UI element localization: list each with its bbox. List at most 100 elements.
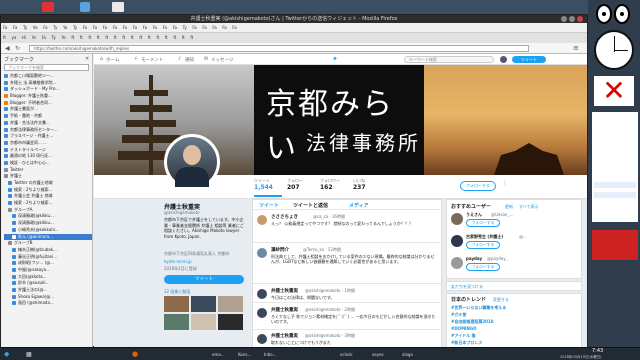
tweet-to-button[interactable]: ツイート [164, 275, 244, 284]
find-friends-link[interactable]: 友だちを見つける [451, 284, 483, 290]
bookmark-toolbar-item[interactable]: Fa [11, 23, 19, 32]
follow-user-button[interactable]: フォローする [466, 263, 500, 271]
tweet-author[interactable]: 凜紗閃介 [271, 247, 289, 253]
browser-tab[interactable]: ft [103, 33, 110, 43]
bookmark-item[interactable]: 藤谷正明(@fujitani... [4, 254, 92, 261]
clock-time[interactable]: 7:43 [592, 348, 603, 354]
nav-home[interactable]: ホーム [106, 57, 119, 63]
home-icon[interactable]: ⌂ [100, 56, 103, 62]
tweet-avatar[interactable] [257, 248, 267, 258]
bookmark-item[interactable]: ブラスページ - 弁護士... [4, 133, 92, 140]
stat-followers[interactable]: フォロワー 162 [320, 178, 348, 191]
photos-label[interactable]: 32 画像と動画 [164, 289, 190, 295]
tweet-avatar[interactable] [257, 215, 267, 225]
moments-icon[interactable]: ⚡ [134, 56, 138, 62]
bookmark-toolbar-item[interactable]: Ty [21, 23, 29, 32]
task-item[interactable]: ema... [210, 349, 227, 360]
url-input[interactable]: https://twitter.com/akishigemakoto/with_… [29, 45, 529, 52]
find-friends-card[interactable]: 友だちを見つける [446, 281, 582, 291]
firefox-icon[interactable]: ● [130, 349, 140, 360]
browser-tab[interactable]: ft [112, 33, 119, 43]
bookmark-item[interactable]: 弁護士会 弁護士 地域 [4, 193, 92, 200]
bookmark-item[interactable]: Shoko Egawa(@... [4, 294, 92, 301]
browser-tab[interactable]: Hi [20, 33, 28, 43]
tweet[interactable]: さささちょき @sa_sa · 16時間 えっ？ 公務員規定ってやつです？ 禁制… [253, 211, 441, 243]
bookmark-item[interactable]: 検索 - 2ちより検索... [4, 200, 92, 207]
bookmark-item[interactable]: 検索 - 2ちより検索... [4, 187, 92, 194]
bookmark-toolbar-item[interactable]: Fa [41, 23, 49, 32]
avatar[interactable] [451, 213, 463, 225]
tweet-author[interactable]: さささちょき [271, 214, 298, 220]
tweet-author[interactable]: 弁護士秋重実 [271, 307, 298, 313]
bookmark-item[interactable]: 深清勝政(@kikku... [4, 220, 92, 227]
bookmark-toolbar-item[interactable]: Fa [131, 23, 139, 32]
suggested-user-name[interactable]: うえさん [466, 212, 482, 218]
media-thumb[interactable] [218, 314, 243, 330]
bookmark-toolbar-item[interactable]: Fa [210, 23, 218, 32]
tweet-avatar[interactable] [257, 289, 267, 299]
profile-avatar[interactable] [164, 134, 220, 190]
nav-moments[interactable]: モーメント [141, 57, 163, 63]
bookmark-item[interactable]: 小嶋秀夫(@kokkuhi... [4, 227, 92, 234]
bookmark-toolbar-item[interactable]: Fa [1, 23, 9, 32]
bookmark-search-input[interactable]: ブックマークを検索 [4, 64, 89, 71]
nav-messages[interactable]: メッセージ [211, 57, 233, 63]
bookmark-toolbar-item[interactable]: Fa [91, 23, 99, 32]
back-icon[interactable]: ◀ [5, 45, 10, 52]
bookmark-folder[interactable]: グループA [4, 207, 92, 214]
bookmark-toolbar-item[interactable]: Ty [181, 23, 189, 32]
task-item[interactable]: xlogo [400, 349, 415, 360]
browser-tab[interactable]: ft [78, 33, 85, 43]
profile-website[interactable]: kyoto-mirai.jp [164, 259, 192, 264]
browser-tab[interactable]: ya [10, 33, 19, 43]
browser-tab[interactable]: Ye [30, 33, 38, 43]
sidebar-close-icon[interactable]: ✕ [85, 56, 89, 62]
stat-likes[interactable]: いいね 237 [353, 178, 381, 191]
browser-tab[interactable]: ft [163, 33, 170, 43]
who-to-follow-refresh[interactable]: 更新 [505, 204, 513, 210]
browser-tab[interactable]: ft [180, 33, 187, 43]
trends-change[interactable]: 変更する [493, 297, 509, 303]
stat-following[interactable]: フォロー 207 [287, 178, 315, 191]
nav-notifications[interactable]: 通知 [185, 57, 194, 63]
follow-user-button[interactable]: フォローする [466, 219, 500, 227]
tweet-avatar[interactable] [257, 334, 267, 344]
media-thumb[interactable] [164, 296, 189, 312]
more-icon[interactable]: ⋮ [502, 180, 508, 187]
bookmark-item[interactable]: 大田(@kkota... [4, 274, 92, 281]
browser-tab[interactable]: ft [146, 33, 153, 43]
desktop-folder-icon[interactable] [42, 2, 54, 12]
media-thumb[interactable] [191, 296, 216, 312]
twitter-search-input[interactable]: キーワード検索 [404, 56, 494, 63]
browser-tab[interactable]: ft [188, 33, 195, 43]
task-item[interactable]: xclock [338, 349, 355, 360]
bookmark-toolbar-item[interactable]: Yo [61, 23, 69, 32]
bookmark-item[interactable]: 検証 - ひとは中心心... [4, 160, 92, 167]
bookmark-item[interactable]: 京都法律事務所センター... [4, 127, 92, 134]
desktop-app-icon[interactable] [80, 2, 90, 12]
bookmark-item[interactable]: 最適の地 130 同行氏... [4, 153, 92, 160]
browser-tab[interactable]: ft [137, 33, 144, 43]
browser-tab[interactable]: ft [120, 33, 127, 43]
maximize-button[interactable] [569, 16, 575, 22]
bookmark-toolbar-item[interactable]: Fa [230, 23, 238, 32]
menu-launcher-icon[interactable]: ◆ [2, 349, 11, 360]
bookmark-toolbar-item[interactable]: Fa [111, 23, 119, 32]
browser-tab[interactable]: ft [154, 33, 161, 43]
bookmark-item[interactable]: 深清勝政(@kikku... [4, 213, 92, 220]
browser-tab[interactable]: ft [95, 33, 102, 43]
nav-tweet-button[interactable]: ツイート [512, 56, 546, 63]
browser-tab[interactable]: Ty [50, 33, 58, 43]
bookmark-toolbar-item[interactable]: Fa [141, 23, 149, 32]
who-to-follow-all[interactable]: すべて表示 [519, 204, 539, 210]
trend-item[interactable]: #自由総裁選投票2018 [451, 319, 493, 325]
media-thumb[interactable] [218, 296, 243, 312]
tweet-avatar[interactable] [257, 308, 267, 318]
bookmark-item[interactable]: 弁護士書面が... [4, 106, 92, 113]
bookmark-toolbar-item[interactable]: Ve [31, 23, 40, 32]
bookmark-toolbar-item[interactable]: Fa [151, 23, 159, 32]
bookmark-toolbar-item[interactable]: Fa [101, 23, 109, 32]
menu-icon[interactable]: ≡ [573, 44, 579, 52]
bookmark-folder[interactable]: グループB [4, 240, 92, 247]
browser-tab[interactable]: ft [171, 33, 178, 43]
